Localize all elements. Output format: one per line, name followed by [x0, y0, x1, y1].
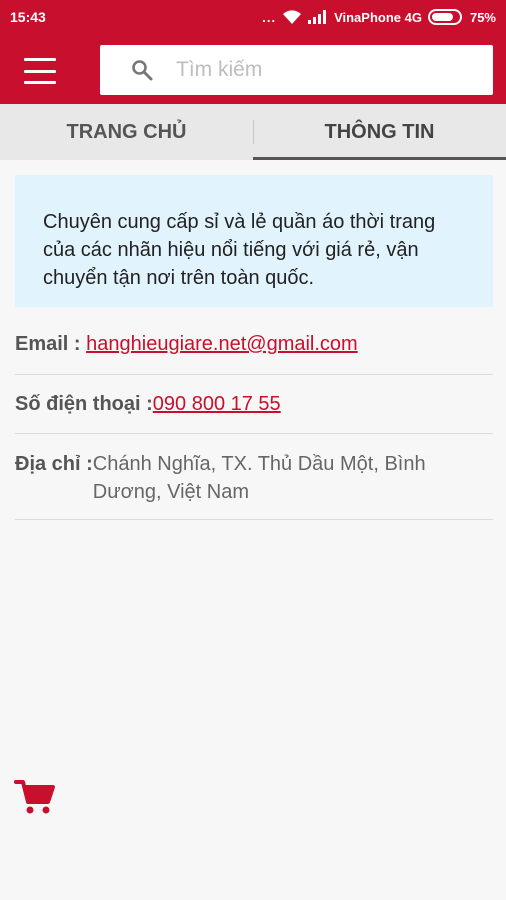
menu-icon[interactable]: [18, 56, 62, 86]
email-label: Email :: [15, 333, 87, 355]
address-row: Địa chỉ : Chánh Nghĩa, TX. Thủ Dầu Một, …: [15, 450, 493, 520]
email-row: Email : hanghieugiare.net@gmail.com: [15, 330, 493, 375]
app-bar: [0, 34, 506, 104]
search-icon: [132, 60, 153, 81]
tab-info[interactable]: THÔNG TIN: [253, 104, 506, 160]
phone-link[interactable]: 090 800 17 55: [153, 390, 281, 433]
address-label: Địa chỉ :: [15, 453, 93, 475]
signal-icon: [308, 10, 328, 24]
status-dots: ...: [262, 9, 277, 25]
phone-row: Số điện thoại : 090 800 17 55: [15, 390, 493, 434]
search-input[interactable]: [174, 57, 468, 83]
email-link[interactable]: hanghieugiare.net@gmail.com: [86, 330, 358, 374]
phone-label: Số điện thoại :: [15, 393, 153, 415]
battery-icon: [427, 9, 464, 25]
intro-text: Chuyên cung cấp sỉ và lẻ quần áo thời tr…: [43, 211, 436, 289]
wifi-icon: [282, 9, 302, 25]
intro-box: Chuyên cung cấp sỉ và lẻ quần áo thời tr…: [15, 175, 493, 307]
address-value: Chánh Nghĩa, TX. Thủ Dầu Một, Bình Dương…: [92, 453, 426, 503]
status-bar: 15:43 ... VinaPhone 4G 75%: [0, 0, 506, 34]
tab-divider: [253, 120, 254, 144]
carrier-name: VinaPhone 4G: [334, 9, 422, 25]
tab-home[interactable]: TRANG CHỦ: [0, 104, 253, 160]
search-box[interactable]: [100, 45, 493, 95]
cart-icon[interactable]: [14, 778, 56, 816]
status-time: 15:43: [10, 9, 46, 25]
status-indicators: ... VinaPhone 4G 75%: [262, 9, 496, 25]
battery-level: 75%: [469, 9, 496, 25]
